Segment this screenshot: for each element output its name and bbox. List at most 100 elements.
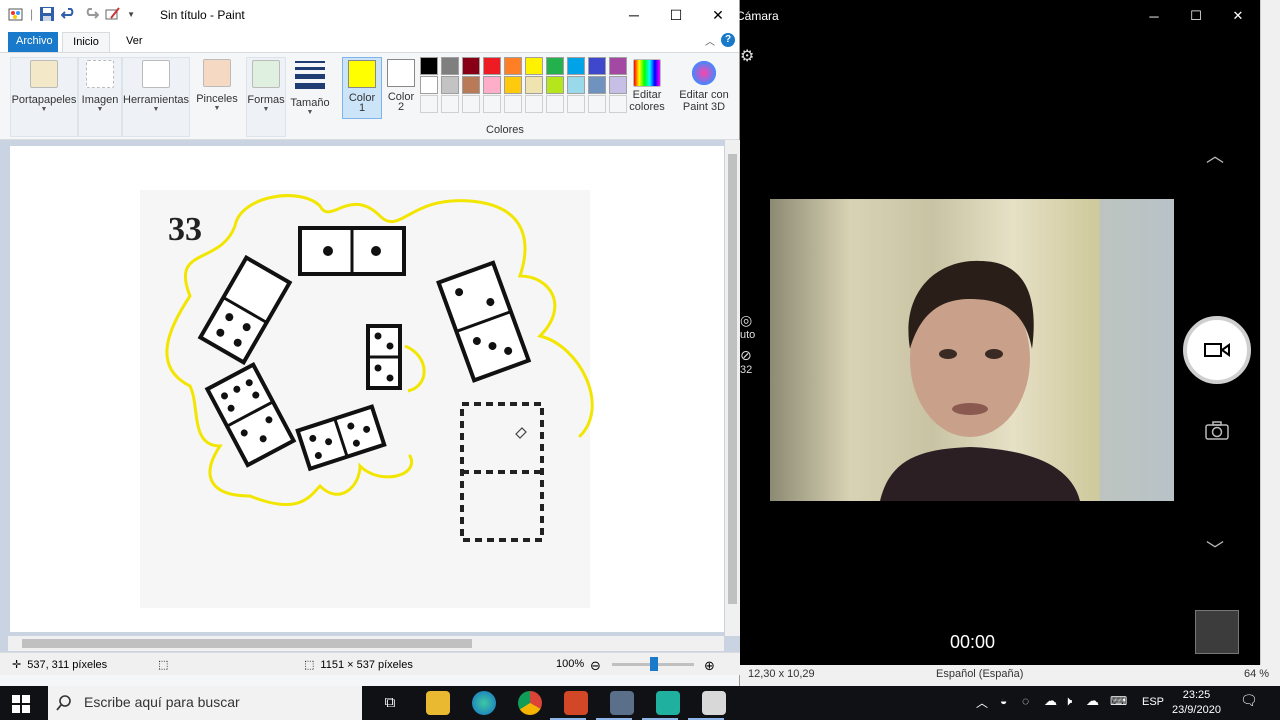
side-label-2: 32 (740, 364, 753, 376)
palette-swatch[interactable] (588, 57, 606, 75)
tamano-group[interactable]: Tamaño ▼ (288, 57, 332, 116)
palette-swatch[interactable] (546, 57, 564, 75)
zoom-in-button[interactable]: ⊕ (704, 658, 715, 674)
palette-swatch[interactable] (567, 95, 585, 113)
timer-mode-icon[interactable]: ◎ (740, 312, 755, 329)
chevron-up-icon[interactable]: ︿ (1206, 142, 1224, 168)
tray-chevron-up-icon[interactable]: ︿ (976, 694, 988, 711)
zoom-slider-thumb[interactable] (650, 657, 658, 671)
camera-minimize-button[interactable]: ─ (1132, 0, 1176, 32)
palette-swatch[interactable] (588, 95, 606, 113)
paint-taskbar-icon[interactable] (702, 691, 726, 715)
no-flash-icon[interactable]: ⊘ (740, 347, 755, 364)
camera-title: Cámara (736, 9, 779, 23)
palette-swatch[interactable] (525, 95, 543, 113)
imagen-group[interactable]: Imagen ▼ (78, 57, 122, 137)
palette-swatch[interactable] (441, 76, 459, 94)
camera-close-button[interactable]: ✕ (1216, 0, 1260, 32)
color2-button[interactable]: Color 2 (381, 57, 421, 119)
file-explorer-icon[interactable] (426, 691, 450, 715)
vertical-scrollbar[interactable] (725, 140, 740, 636)
palette-swatch[interactable] (420, 76, 438, 94)
maximize-button[interactable]: ☐ (654, 0, 698, 30)
redo-icon[interactable] (83, 6, 100, 22)
windows-start-icon[interactable] (12, 695, 30, 713)
palette-swatch[interactable] (483, 95, 501, 113)
palette-swatch[interactable] (504, 76, 522, 94)
palette-swatch[interactable] (462, 76, 480, 94)
settings-gear-icon[interactable]: ⚙ (740, 46, 754, 66)
customize-quick-access-icon[interactable] (105, 6, 121, 22)
chevron-down-icon[interactable]: ﹀ (1206, 536, 1224, 562)
edit-colors-button[interactable]: Editar colores (626, 57, 668, 113)
palette-swatch[interactable] (546, 95, 564, 113)
camera-maximize-button[interactable]: ☐ (1174, 0, 1218, 32)
palette-swatch[interactable] (567, 76, 585, 94)
color1-button[interactable]: Color 1 (342, 57, 382, 119)
close-button[interactable]: ✕ (696, 0, 740, 30)
camera-app-icon[interactable] (610, 691, 634, 715)
network-icon[interactable]: ◒ (1000, 694, 1007, 708)
tab-inicio[interactable]: Inicio (62, 32, 110, 52)
pinceles-group[interactable]: Pinceles ▼ (194, 57, 240, 112)
palette-swatch[interactable] (525, 57, 543, 75)
herramientas-group[interactable]: Herramientas ▼ (122, 57, 190, 137)
palette-swatch[interactable] (462, 57, 480, 75)
colores-group-label: Colores (486, 124, 524, 136)
palette-swatch[interactable] (504, 95, 522, 113)
palette-swatch[interactable] (504, 57, 522, 75)
palette-swatch[interactable] (609, 95, 627, 113)
palette-swatch[interactable] (609, 57, 627, 75)
onedrive-icon[interactable]: ☁ (1044, 693, 1057, 709)
palette-swatch[interactable] (462, 95, 480, 113)
cloud-icon[interactable]: ☁ (1086, 693, 1099, 709)
notifications-icon[interactable]: 🗨 (1240, 692, 1258, 709)
volume-icon[interactable]: 🕨 (1064, 693, 1072, 709)
save-icon[interactable] (39, 6, 55, 22)
palette-swatch[interactable] (546, 76, 564, 94)
quick-access-toolbar: | ▼ (8, 6, 135, 22)
filmora-icon[interactable] (656, 691, 680, 715)
portapapeles-group[interactable]: Portapapeles ▼ (10, 57, 78, 137)
task-view-icon[interactable]: ⧉ (378, 691, 402, 715)
wifi-icon[interactable]: ◌ (1022, 694, 1029, 708)
zoom-out-button[interactable]: ⊖ (590, 658, 601, 674)
help-icon[interactable]: ? (721, 33, 735, 47)
minimize-button[interactable]: ─ (612, 0, 656, 30)
canvas-area: 33 (0, 140, 740, 652)
resize-icon: ⬚ (304, 659, 315, 671)
search-placeholder: Escribe aquí para buscar (84, 694, 240, 710)
undo-icon[interactable] (60, 6, 77, 22)
horizontal-scrollbar[interactable] (8, 636, 724, 651)
drawing-canvas[interactable]: 33 (10, 146, 724, 632)
background-language: Español (España) (936, 668, 1024, 680)
edge-icon[interactable] (472, 691, 496, 715)
taskbar-clock[interactable]: 23:25 23/9/2020 (1172, 688, 1221, 718)
background-statusbar: 12,30 x 10,29 Español (España) 64 % (740, 665, 1280, 686)
palette-swatch[interactable] (483, 76, 501, 94)
photo-mode-button[interactable] (1205, 420, 1229, 443)
taskbar-search[interactable]: Escribe aquí para buscar (48, 686, 362, 720)
palette-swatch[interactable] (609, 76, 627, 94)
palette-swatch[interactable] (420, 95, 438, 113)
powerpoint-icon[interactable] (564, 691, 588, 715)
chrome-icon[interactable] (518, 691, 542, 715)
record-video-button[interactable] (1183, 316, 1251, 384)
chevron-down-icon[interactable]: ▼ (127, 10, 135, 19)
palette-swatch[interactable] (588, 76, 606, 94)
formas-group[interactable]: Formas ▼ (246, 57, 286, 137)
palette-swatch[interactable] (483, 57, 501, 75)
collapse-ribbon-icon[interactable]: ︿ (705, 33, 715, 48)
palette-swatch[interactable] (525, 76, 543, 94)
edit-paint3d-button[interactable]: Editar con Paint 3D (676, 57, 732, 113)
language-indicator[interactable]: ESP (1142, 696, 1164, 708)
keyboard-icon[interactable]: ⌨ (1110, 694, 1127, 708)
palette-swatch[interactable] (441, 57, 459, 75)
domino-top (298, 226, 406, 276)
palette-swatch[interactable] (420, 57, 438, 75)
tab-archivo[interactable]: Archivo (8, 32, 58, 52)
tab-ver[interactable]: Ver (118, 32, 151, 52)
palette-swatch[interactable] (441, 95, 459, 113)
palette-swatch[interactable] (567, 57, 585, 75)
last-capture-thumbnail[interactable] (1195, 610, 1239, 654)
